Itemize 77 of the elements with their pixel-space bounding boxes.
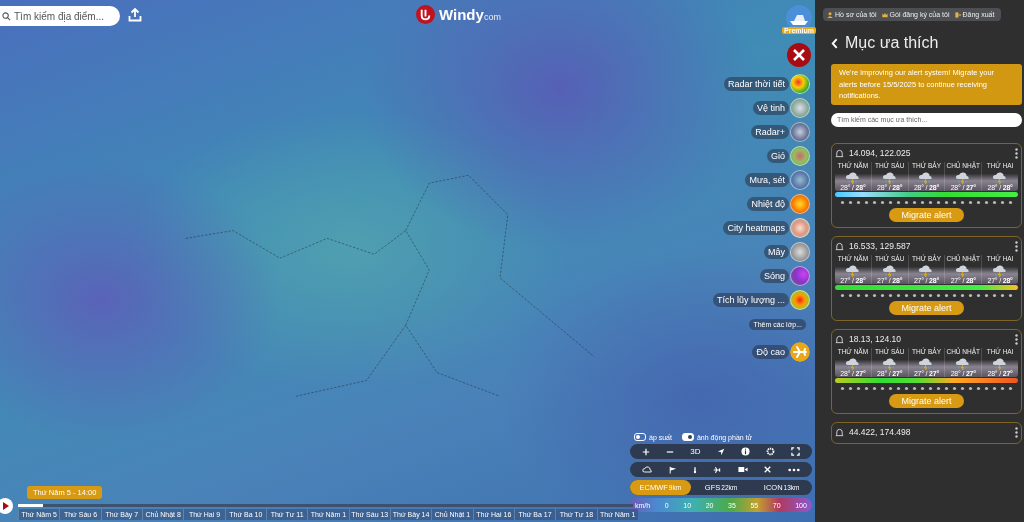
- bell-icon: [835, 148, 844, 158]
- bell-icon: [835, 427, 844, 437]
- plus-icon[interactable]: [642, 447, 651, 456]
- cloud-rain-icon: [844, 355, 861, 370]
- cloud-rain-icon: [881, 262, 898, 277]
- alert-coordinates: 16.533, 129.587: [849, 241, 912, 251]
- play-icon[interactable]: [0, 498, 13, 514]
- thermometer-icon[interactable]: [693, 465, 698, 474]
- more-vertical-icon[interactable]: [1015, 147, 1018, 159]
- more-vertical-icon[interactable]: [1015, 333, 1018, 345]
- search-icon: [2, 11, 11, 21]
- cloud-rain-icon: [992, 169, 1009, 184]
- logo-text: Windy: [439, 6, 484, 23]
- alert-coordinates: 14.094, 122.025: [849, 148, 912, 158]
- layer-thumbnail-icon[interactable]: [790, 74, 810, 94]
- cloud-rain-icon: [881, 169, 898, 184]
- layer-thumbnail-icon[interactable]: [790, 290, 810, 310]
- cloud-icon[interactable]: [642, 465, 653, 474]
- cloud-rain-icon: [955, 169, 972, 184]
- layer-menu-item[interactable]: Tích lũy lượng ...: [713, 293, 789, 307]
- airplane-icon[interactable]: [713, 465, 722, 474]
- layer-thumbnail-icon[interactable]: [790, 170, 810, 190]
- cloud-rain-icon: [918, 355, 935, 370]
- logo-icon: [416, 5, 435, 24]
- info-icon[interactable]: [740, 447, 750, 456]
- logo-suffix: com: [483, 12, 501, 22]
- cloud-rain-icon: [955, 262, 972, 277]
- airplane-icon[interactable]: [790, 342, 810, 362]
- location-arrow-icon[interactable]: [716, 447, 725, 456]
- back-chevron-icon[interactable]: [831, 37, 838, 49]
- cloud-rain-icon: [992, 262, 1009, 277]
- cross-icon[interactable]: [764, 466, 772, 473]
- layer-menu-item[interactable]: Radar thời tiết: [724, 77, 789, 91]
- close-icon[interactable]: [787, 43, 811, 67]
- cloud-rain-icon: [992, 355, 1009, 370]
- layer-thumbnail-icon[interactable]: [790, 242, 810, 262]
- cloud-rain-icon: [918, 262, 935, 277]
- search-field[interactable]: Tìm kiếm địa điểm...: [0, 6, 120, 26]
- share-icon[interactable]: [128, 8, 142, 22]
- cloud-rain-icon: [844, 262, 861, 277]
- bell-icon: [835, 241, 844, 251]
- flag-icon[interactable]: [668, 465, 677, 474]
- layer-thumbnail-icon[interactable]: [790, 146, 810, 166]
- logout-icon: [954, 11, 961, 18]
- layer-thumbnail-icon[interactable]: [790, 218, 810, 238]
- toggle-switch[interactable]: [681, 433, 694, 441]
- layer-menu-item[interactable]: Gió: [767, 149, 789, 163]
- layer-menu-item[interactable]: City heatmaps: [723, 221, 789, 235]
- cloud-rain-icon: [844, 169, 861, 184]
- layer-menu-item[interactable]: Mây: [764, 245, 789, 259]
- panel-title: Mục ưa thích: [845, 34, 939, 52]
- user-icon: [827, 11, 833, 18]
- layer-menu-item[interactable]: Nhiệt độ: [747, 197, 789, 211]
- layer-thumbnail-icon[interactable]: [790, 98, 810, 118]
- video-camera-icon[interactable]: [737, 466, 748, 473]
- bell-icon: [835, 334, 844, 344]
- layer-menu-item[interactable]: Radar+: [751, 125, 789, 139]
- crown-icon: [881, 11, 888, 18]
- cloud-rain-icon: [918, 169, 935, 184]
- cloud-rain-icon: [881, 355, 898, 370]
- layer-thumbnail-icon[interactable]: [790, 122, 810, 142]
- alert-coordinates: 18.13, 124.10: [849, 334, 902, 344]
- layer-menu-item[interactable]: Mưa, sét: [745, 173, 789, 187]
- alert-coordinates: 44.422, 174.498: [849, 427, 912, 437]
- layer-thumbnail-icon[interactable]: [790, 266, 810, 286]
- altitude-menu-item[interactable]: Độ cao: [752, 345, 789, 359]
- more-icon[interactable]: [787, 467, 800, 472]
- settings-icon[interactable]: [765, 447, 775, 456]
- layer-thumbnail-icon[interactable]: [790, 194, 810, 214]
- layer-menu-item[interactable]: Vệ tinh: [752, 101, 789, 115]
- fullscreen-icon[interactable]: [790, 447, 800, 456]
- cloud-rain-icon: [955, 355, 972, 370]
- toggle-switch[interactable]: [634, 433, 646, 441]
- layer-menu-item[interactable]: Sóng: [759, 269, 789, 283]
- more-vertical-icon[interactable]: [1015, 240, 1018, 252]
- 3d-button[interactable]: 3D: [690, 447, 701, 456]
- more-vertical-icon[interactable]: [1015, 426, 1018, 438]
